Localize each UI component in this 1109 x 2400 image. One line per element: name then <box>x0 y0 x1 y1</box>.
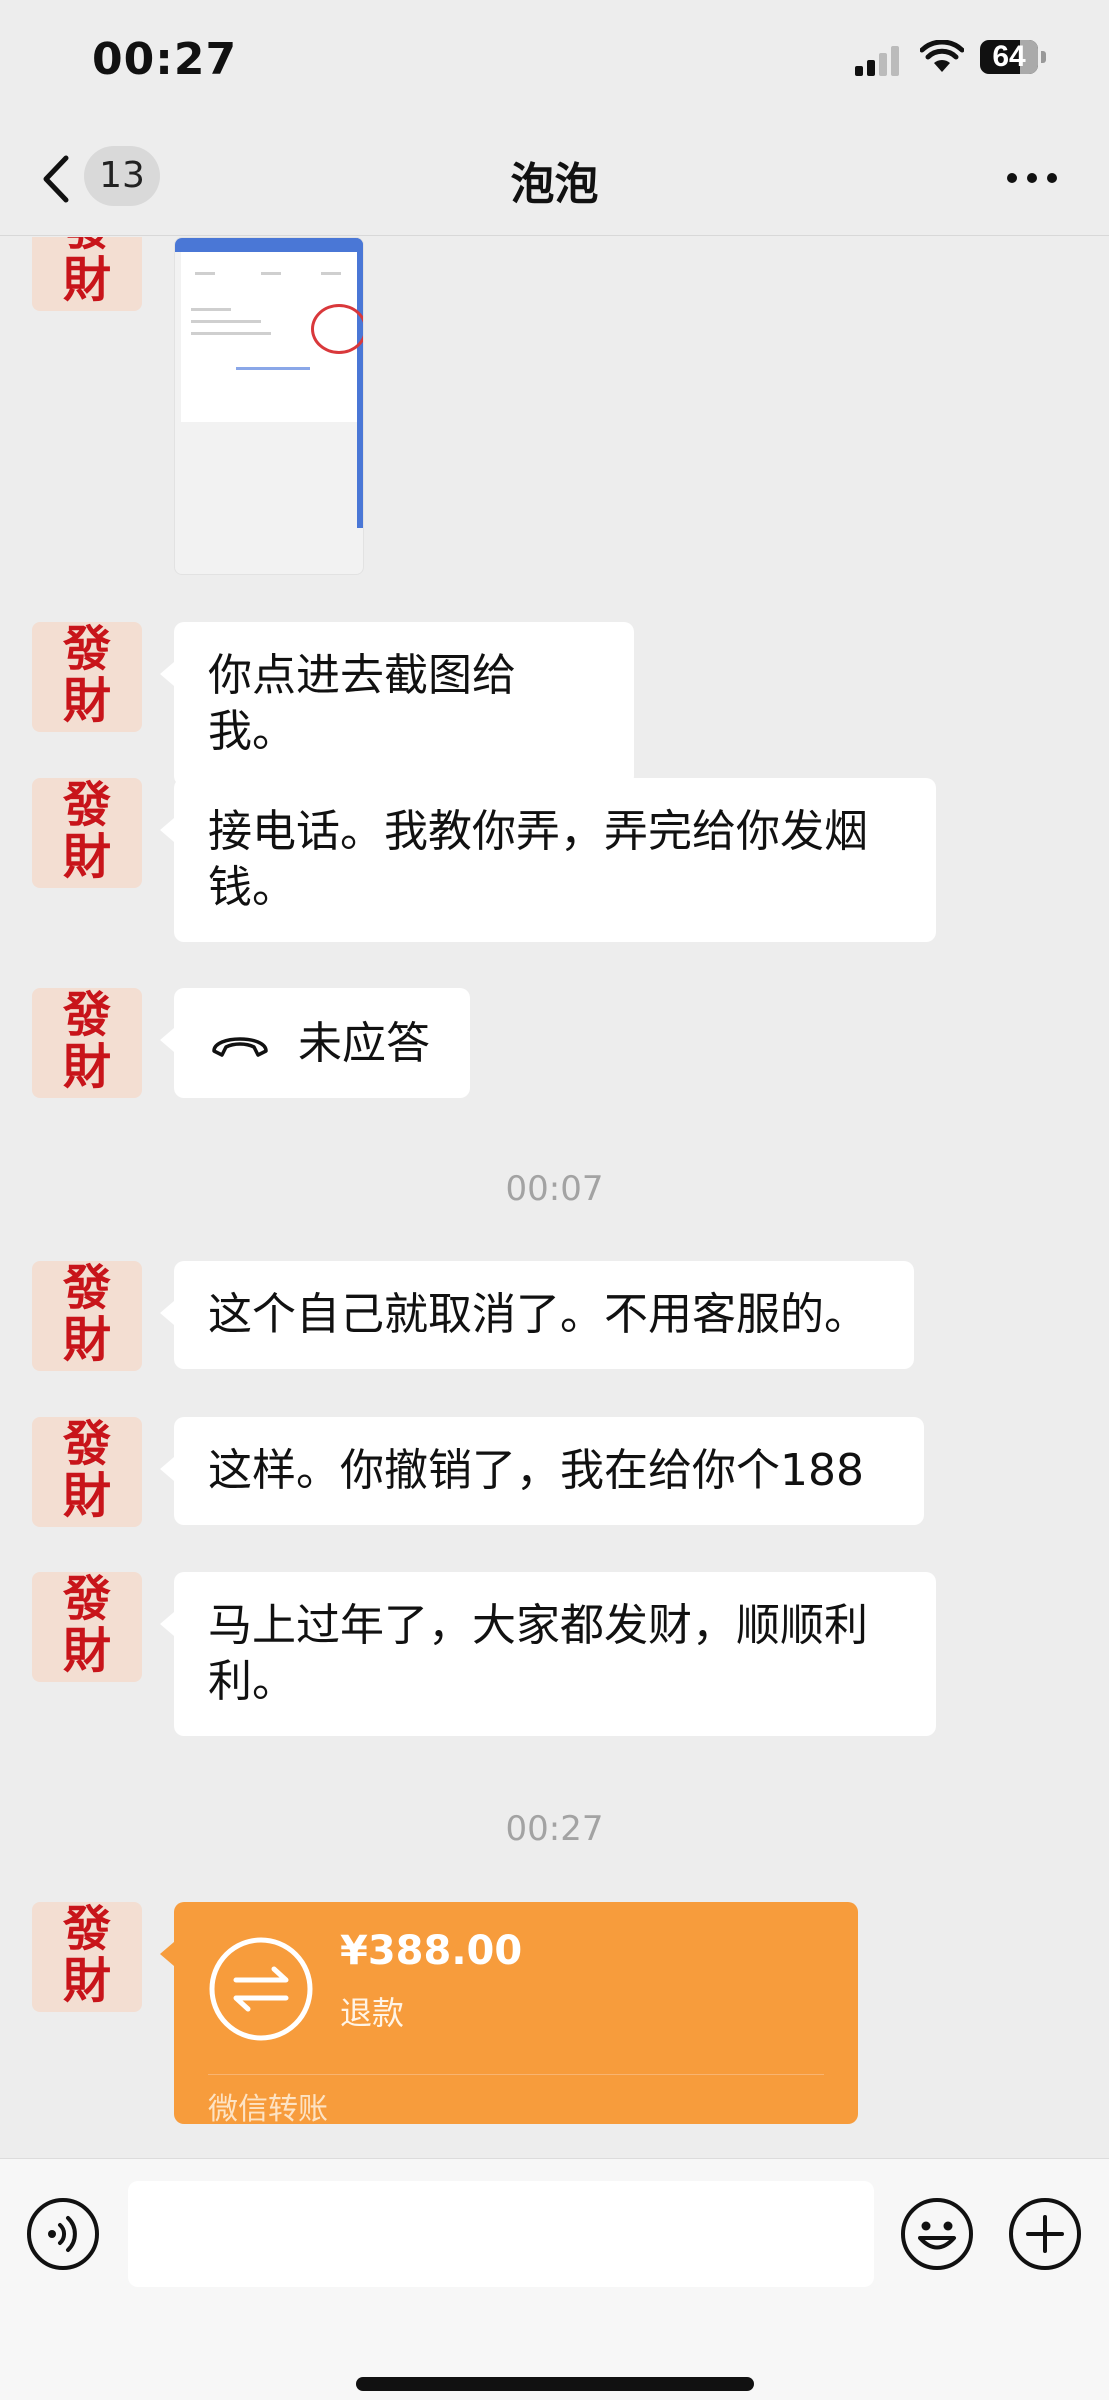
missed-call-text: 未应答 <box>298 1018 430 1069</box>
message-text: 这样。你撤销了，我在给你个188 <box>208 1445 864 1496</box>
image-message[interactable] <box>174 237 364 575</box>
message-bubble[interactable]: 这样。你撤销了，我在给你个188 <box>160 1417 924 1525</box>
message-list[interactable]: 發 財 發 財 你点进去截图给我。 發 財 接电话。我教你弄，弄完给你发烟钱。 … <box>0 237 1109 2157</box>
cellular-signal-icon <box>855 46 899 76</box>
home-indicator <box>356 2377 754 2391</box>
wifi-icon <box>920 40 964 72</box>
input-bar <box>0 2158 1109 2400</box>
message-bubble[interactable]: 接电话。我教你弄，弄完给你发烟钱。 <box>160 778 936 942</box>
avatar[interactable]: 發 財 <box>32 1417 142 1527</box>
message-bubble[interactable]: 这个自己就取消了。不用客服的。 <box>160 1261 914 1369</box>
plus-icon[interactable] <box>1008 2197 1082 2271</box>
avatar[interactable]: 發 財 <box>32 237 142 311</box>
message-bubble[interactable]: 马上过年了，大家都发财，顺顺利利。 <box>160 1572 936 1736</box>
transfer-arrows-icon <box>209 1937 313 2041</box>
chat-header: 13 泡泡 <box>0 120 1109 236</box>
avatar[interactable]: 發 財 <box>32 1902 142 2012</box>
message-text: 这个自己就取消了。不用客服的。 <box>208 1289 868 1340</box>
timestamp-divider: 00:27 <box>505 1809 604 1849</box>
message-text: 你点进去截图给我。 <box>208 650 516 757</box>
message-bubble[interactable]: 你点进去截图给我。 <box>160 622 634 786</box>
message-input[interactable] <box>128 2181 874 2287</box>
chat-title: 泡泡 <box>510 159 599 210</box>
more-dots-icon[interactable] <box>1006 172 1058 184</box>
battery-indicator: 64 <box>980 40 1046 74</box>
message-text: 接电话。我教你弄，弄完给你发烟钱。 <box>208 806 868 913</box>
message-text: 马上过年了，大家都发财，顺顺利利。 <box>208 1600 868 1707</box>
status-bar: 00:27 64 <box>0 0 1109 120</box>
transfer-amount: ¥388.00 <box>340 1928 523 1974</box>
transfer-footer: 微信转账 <box>208 2092 328 2127</box>
voice-icon[interactable] <box>26 2197 100 2271</box>
emoji-icon[interactable] <box>900 2197 974 2271</box>
avatar[interactable]: 發 財 <box>32 778 142 888</box>
phone-hangup-icon <box>212 1037 268 1057</box>
transfer-card[interactable]: ¥388.00 退款 微信转账 <box>160 1902 858 2127</box>
divider <box>208 2074 824 2075</box>
battery-level: 64 <box>992 40 1026 73</box>
avatar[interactable]: 發 財 <box>32 1261 142 1371</box>
timestamp-divider: 00:07 <box>505 1169 604 1209</box>
status-time: 00:27 <box>92 34 238 85</box>
transfer-status: 退款 <box>340 1994 405 2032</box>
avatar[interactable]: 發 財 <box>32 988 142 1098</box>
avatar[interactable]: 發 財 <box>32 622 142 732</box>
missed-call-bubble[interactable]: 未应答 <box>160 988 470 1098</box>
avatar[interactable]: 發 財 <box>32 1572 142 1682</box>
